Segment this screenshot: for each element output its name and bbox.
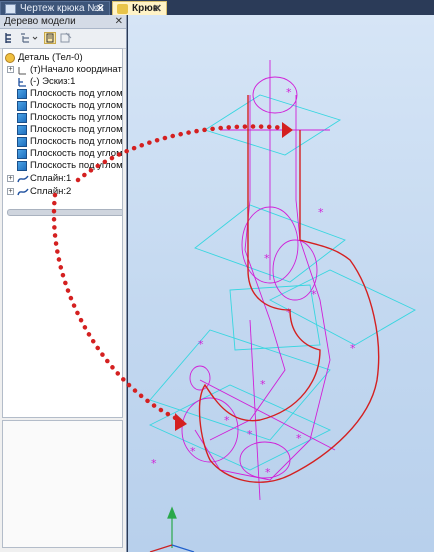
tree-item-label: Плоскость под углом:7 (30, 148, 123, 159)
tree-item-label: Плоскость под углом:1 (30, 88, 123, 99)
tree-item-label: Плоскость под углом:4 (30, 124, 123, 135)
expand-icon[interactable]: + (7, 175, 14, 182)
plane-icon (17, 125, 27, 135)
plane-icon (17, 101, 27, 111)
spline-icon (17, 174, 29, 184)
close-tab-icon[interactable]: ✕ (153, 2, 162, 15)
tree-item-label: Плоскость под углом:2 (30, 100, 123, 111)
tree-root-label: Деталь (Тел-0) (18, 52, 83, 63)
model-tree: Деталь (Тел-0) + (т)Начало координат (-)… (2, 48, 123, 418)
tree-item-label: Плоскость под углом:3 (30, 112, 123, 123)
spline-icon (17, 187, 29, 197)
tree-pin-icon[interactable] (44, 32, 56, 44)
plane-icon (17, 161, 27, 171)
tree-item-label: Сплайн:2 (30, 186, 72, 197)
plane-icon (17, 149, 27, 159)
tree-settings-icon[interactable] (60, 32, 72, 44)
chevron-down-icon[interactable] (32, 32, 38, 44)
tree-item-label: (-) Эскиз:1 (30, 76, 76, 87)
tree-item-label: Сплайн:1 (30, 173, 72, 184)
tree-horizontal-scrollbar[interactable] (7, 209, 122, 216)
sketch-icon (17, 77, 27, 87)
tab-drawing[interactable]: Чертеж крюка №8 ✕ (0, 1, 110, 15)
tree-view-mode-icon[interactable] (20, 32, 32, 44)
part-icon (5, 53, 15, 63)
tab-part[interactable]: Крюк ✕ (112, 1, 167, 15)
panel-title: Дерево модели (4, 16, 76, 27)
document-tab-bar: Чертеж крюка №8 ✕ Крюк ✕ (0, 0, 434, 15)
tree-item-label: (т)Начало координат (30, 64, 122, 75)
tree-item-label: Плоскость под углом:6 (30, 136, 123, 147)
panel-title-bar: Дерево модели ✕ (0, 15, 126, 29)
close-panel-icon[interactable]: ✕ (115, 15, 123, 28)
part-document-icon (117, 3, 128, 14)
tree-structure-icon[interactable] (4, 32, 16, 44)
tree-toolbar (0, 29, 126, 49)
plane-icon (17, 89, 27, 99)
tree-item-label: Плоскость под углом:8 (30, 160, 123, 171)
expand-icon[interactable]: + (7, 188, 14, 195)
expand-icon[interactable]: + (7, 66, 14, 73)
drawing-document-icon (5, 3, 16, 14)
properties-area (2, 420, 123, 548)
origin-icon (17, 65, 27, 75)
tab-drawing-label: Чертеж крюка №8 (20, 3, 104, 14)
viewport-3d[interactable] (128, 15, 434, 552)
plane-icon (17, 113, 27, 123)
model-tree-panel: Дерево модели ✕ Деталь (Тел-0) + (т)Нача… (0, 15, 127, 552)
plane-icon (17, 137, 27, 147)
close-tab-icon[interactable]: ✕ (96, 2, 105, 15)
